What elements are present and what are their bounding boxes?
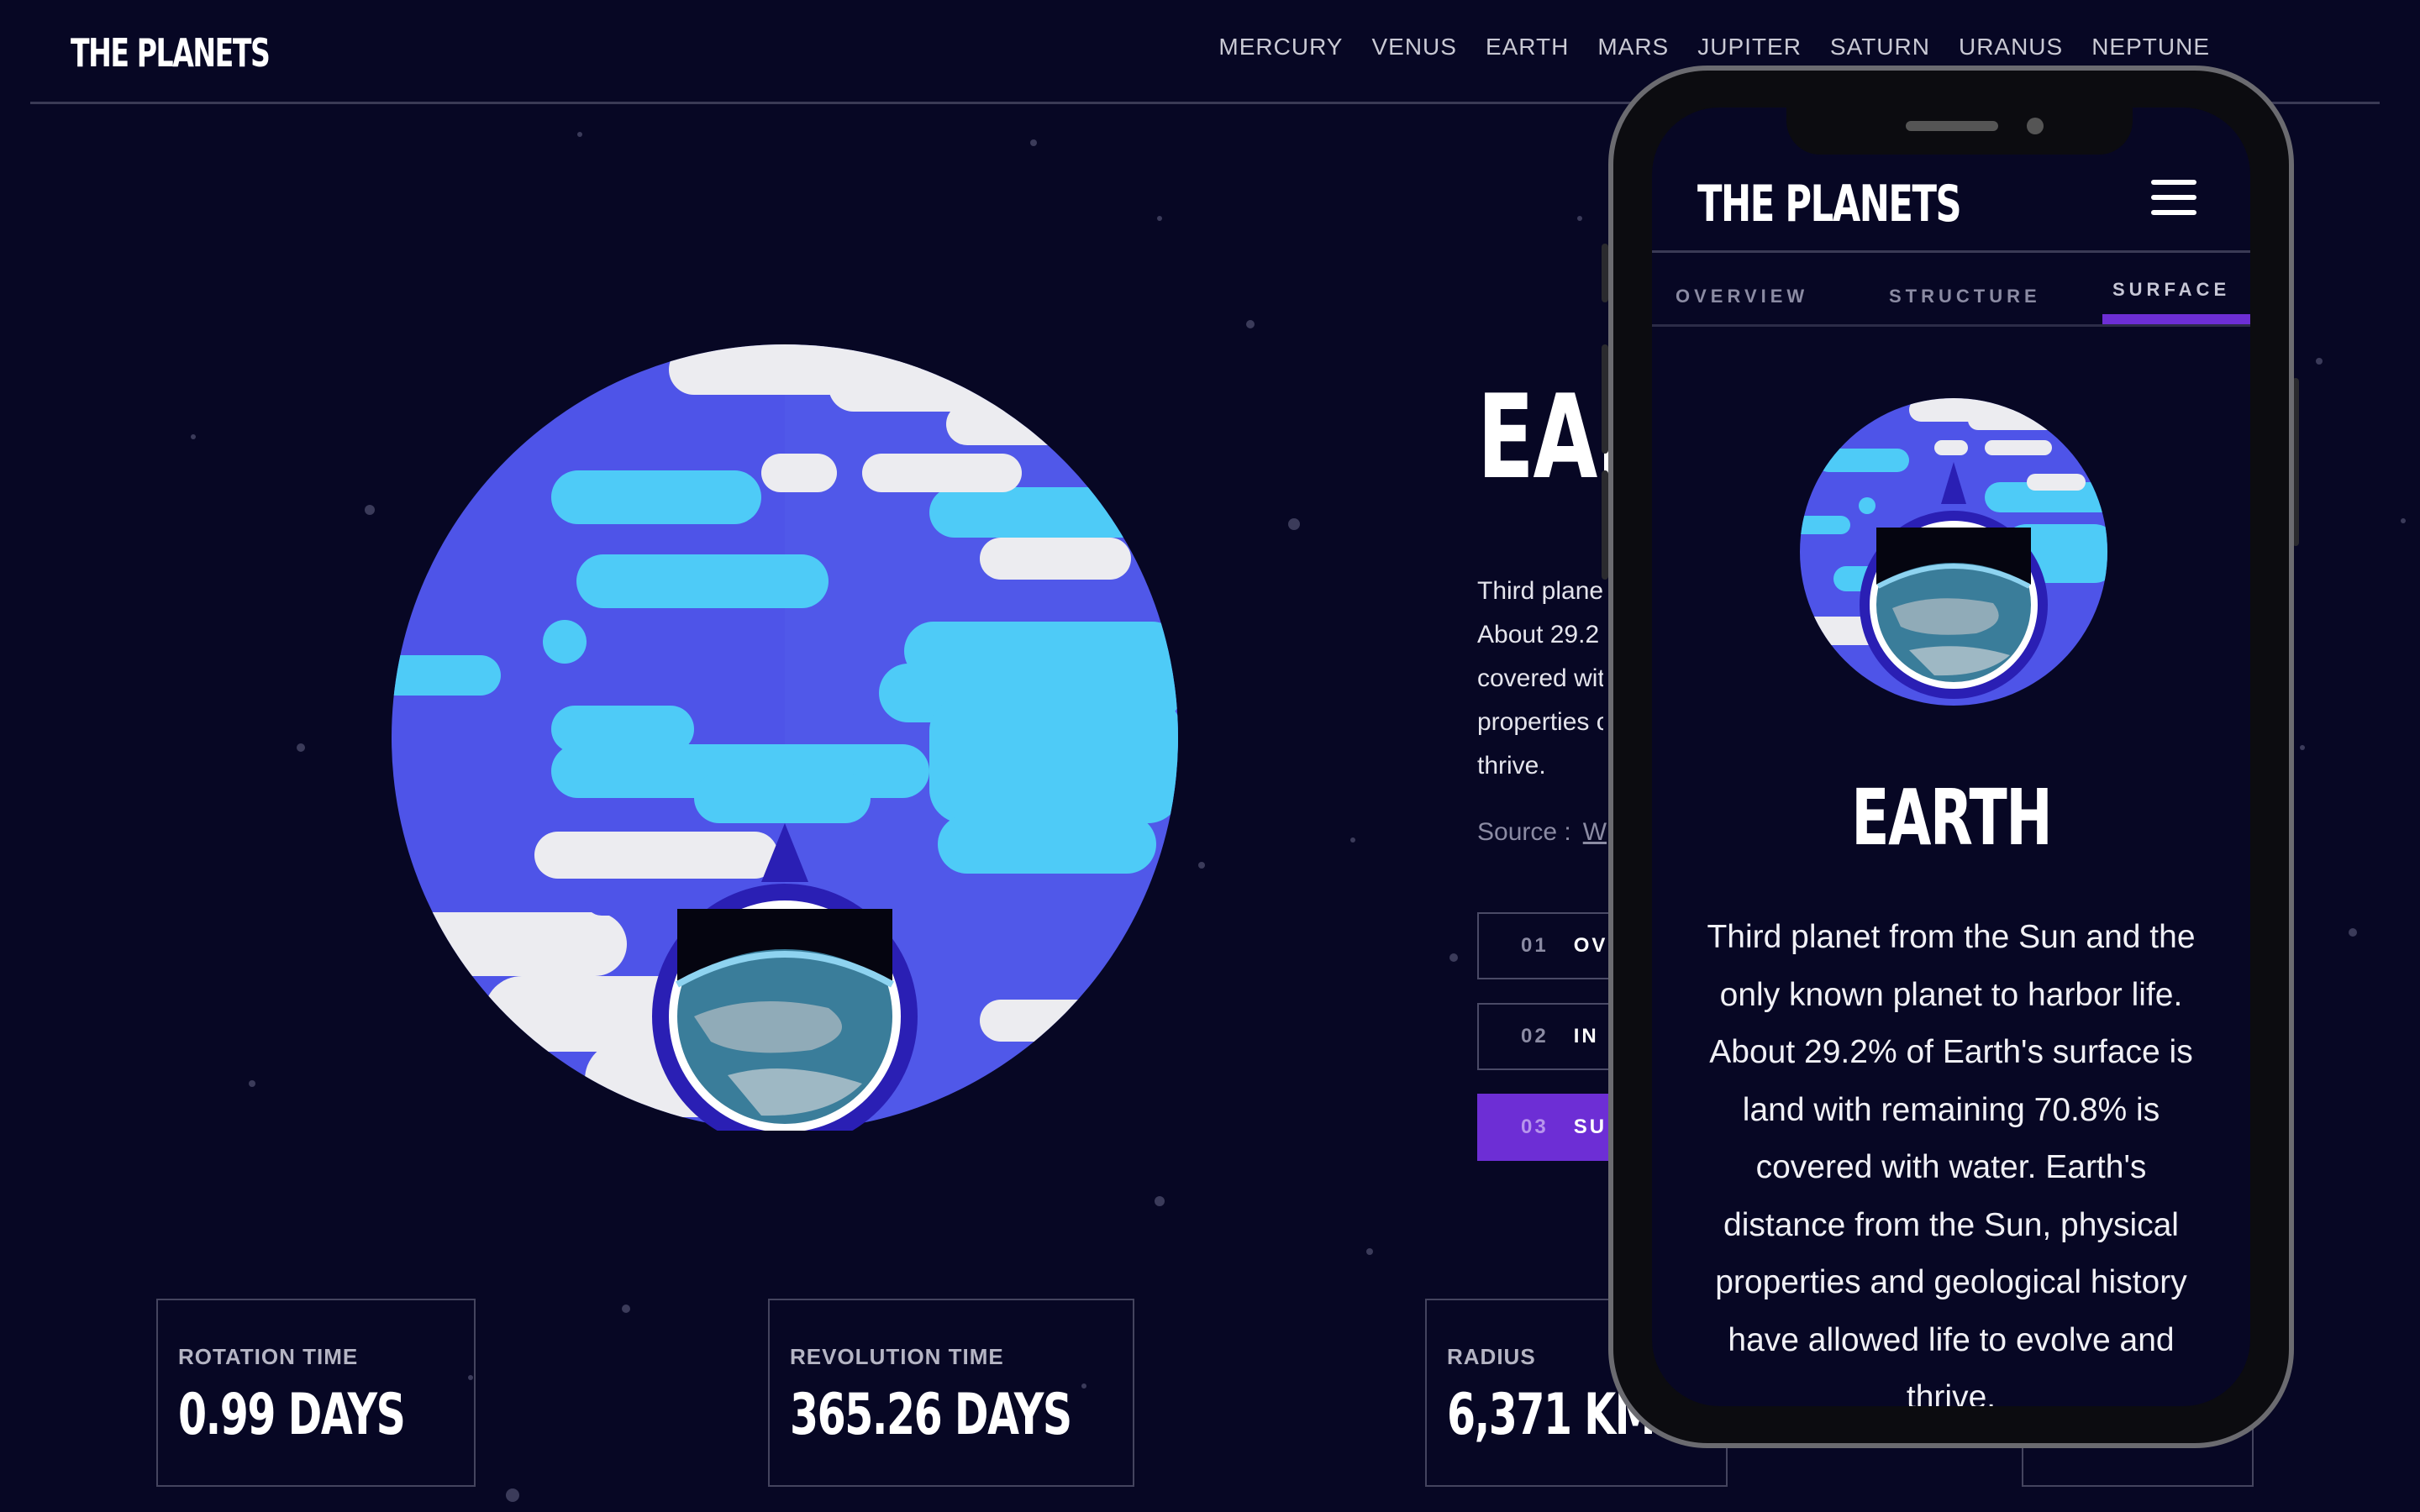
nav-item-venus[interactable]: VENUS [1371, 34, 1456, 60]
nav-item-mercury[interactable]: MERCURY [1218, 34, 1343, 60]
hamburger-menu-icon[interactable] [2151, 178, 2198, 220]
phone-notch [1786, 108, 2133, 155]
phone-camera [2027, 118, 2044, 134]
mobile-logo[interactable]: THE PLANETS [1697, 175, 2063, 234]
tab-label: OV [1573, 934, 1608, 957]
tab-number: 03 [1521, 1116, 1549, 1138]
mobile-tab-structure[interactable]: STRUCTURE [1889, 286, 2041, 307]
tab-number: 02 [1521, 1025, 1549, 1047]
mobile-tab-surface[interactable]: SURFACE [2112, 279, 2230, 301]
tab-label: SU [1573, 1116, 1607, 1138]
mobile-planet-title: EARTH [1851, 773, 2052, 863]
nav-item-neptune[interactable]: NEPTUNE [2091, 34, 2210, 60]
mobile-planet-description: Third planet from the Sun and the only k… [1707, 919, 2196, 1406]
stat-rotation-time: ROTATION TIME 0.99 DAYS [156, 1299, 476, 1487]
stat-value: 365.26 DAYS [790, 1382, 1072, 1448]
planet-nav: MERCURY VENUS EARTH MARS JUPITER SATURN … [1218, 34, 2210, 60]
nav-item-uranus[interactable]: URANUS [1959, 34, 2063, 60]
nav-item-jupiter[interactable]: JUPITER [1697, 34, 1802, 60]
tab-number: 01 [1521, 934, 1549, 957]
site-logo-text: THE PLANETS [71, 30, 271, 76]
mobile-earth-illustration [1800, 398, 2107, 706]
nav-item-mars[interactable]: MARS [1597, 34, 1669, 60]
stat-label: ROTATION TIME [178, 1344, 359, 1369]
mobile-tabs-divider [1652, 324, 2250, 327]
stat-value: 0.99 DAYS [178, 1382, 406, 1448]
mobile-logo-text: THE PLANETS [1697, 175, 1962, 234]
site-logo[interactable]: THE PLANETS [71, 30, 346, 76]
phone-mockup: THE PLANETS OVERVIEW STRUCTURE SURFACE E… [1608, 66, 2294, 1448]
nav-item-saturn[interactable]: SATURN [1830, 34, 1930, 60]
mobile-tabs: OVERVIEW STRUCTURE SURFACE [1652, 279, 2250, 312]
mobile-tab-overview[interactable]: OVERVIEW [1676, 286, 1808, 307]
earth-planet-illustration [392, 344, 1178, 1131]
source-line: Source : W [1477, 818, 1607, 847]
phone-speaker [1906, 121, 1998, 131]
source-link[interactable]: W [1583, 818, 1607, 846]
planet-description: Third plane About 29.2 covered wit prope… [1477, 577, 1603, 780]
active-tab-indicator [2102, 314, 2250, 324]
phone-volume-up [1602, 344, 1608, 454]
phone-volume-down [1602, 470, 1608, 580]
phone-screen: THE PLANETS OVERVIEW STRUCTURE SURFACE E… [1652, 108, 2250, 1406]
nav-item-earth[interactable]: EARTH [1486, 34, 1569, 60]
stat-label: REVOLUTION TIME [790, 1344, 1004, 1369]
tab-label: IN [1573, 1025, 1599, 1047]
stat-revolution-time: REVOLUTION TIME 365.26 DAYS [768, 1299, 1134, 1487]
mobile-header-divider [1652, 250, 2250, 253]
phone-mute-switch [1602, 244, 1608, 302]
source-label: Source : [1477, 818, 1571, 846]
